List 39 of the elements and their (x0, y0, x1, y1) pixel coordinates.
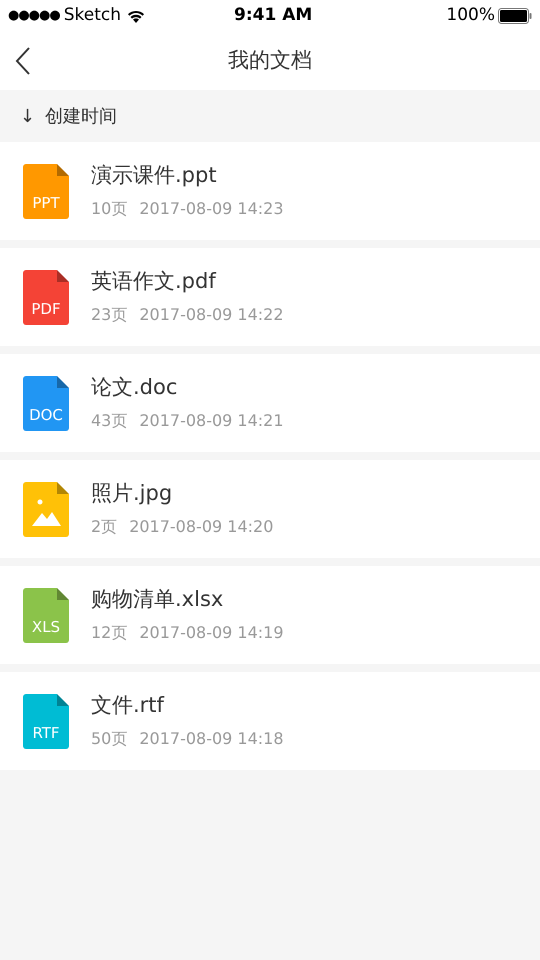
page-title: 我的文档 (228, 47, 312, 74)
page-count: 50页 (91, 728, 128, 750)
back-icon (15, 47, 31, 75)
signal-dots: ●●●●● (8, 7, 60, 26)
file-name: 购物清单.xlsx (91, 586, 224, 613)
document-file-icon: DOC (23, 376, 69, 430)
file-name: 演示课件.ppt (91, 162, 218, 189)
page-count: 2页 (91, 516, 118, 538)
file-name: 照片.jpg (91, 480, 174, 507)
document-file-icon: PDF (23, 270, 69, 324)
file-date: 2017-08-09 14:23 (139, 198, 284, 220)
file-row[interactable]: 照片.jpg 2页 2017-08-09 14:20 (0, 460, 540, 558)
sort-label[interactable]: 创建时间 (45, 102, 118, 130)
document-file-icon: RTF (23, 694, 69, 748)
battery-percent: 100% (446, 4, 495, 28)
file-row[interactable]: PDF 英语作文.pdf 23页 2017-08-09 14:22 (0, 248, 540, 346)
document-file-icon: PPT (23, 164, 69, 218)
file-date: 2017-08-09 14:22 (139, 304, 284, 326)
document-file-icon: XLS (23, 588, 69, 642)
page-count: 12页 (91, 622, 128, 644)
file-name: 文件.rtf (91, 692, 166, 719)
file-name: 英语作文.pdf (91, 268, 218, 295)
sort-arrow[interactable]: ↓ (20, 102, 36, 130)
file-date: 2017-08-09 14:18 (139, 728, 284, 750)
carrier-name: Sketch (64, 4, 121, 28)
file-date: 2017-08-09 14:21 (139, 410, 284, 432)
wifi-icon (126, 8, 146, 24)
file-row[interactable]: PPT 演示课件.ppt 10页 2017-08-09 14:23 (0, 142, 540, 240)
file-date: 2017-08-09 14:20 (129, 516, 274, 538)
page-count: 23页 (91, 304, 128, 326)
file-row[interactable]: DOC 论文.doc 43页 2017-08-09 14:21 (0, 354, 540, 452)
clock-time: 9:41 AM (234, 4, 312, 28)
file-row[interactable]: XLS 购物清单.xlsx 12页 2017-08-09 14:19 (0, 566, 540, 664)
file-name: 论文.doc (91, 374, 178, 401)
page-count: 43页 (91, 410, 128, 432)
page-count: 10页 (91, 198, 128, 220)
file-date: 2017-08-09 14:19 (139, 622, 284, 644)
battery-icon (498, 8, 532, 24)
file-row[interactable]: RTF 文件.rtf 50页 2017-08-09 14:18 (0, 672, 540, 770)
